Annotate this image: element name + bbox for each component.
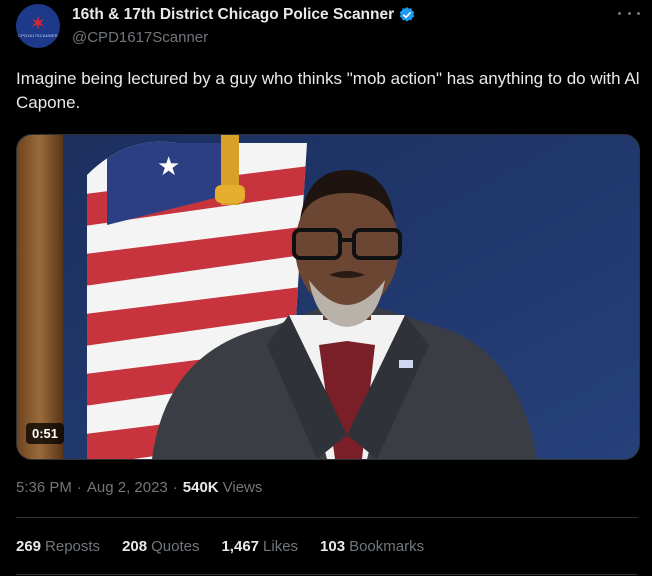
video-duration-badge: 0:51 [26,423,65,444]
meta-separator: · [172,479,178,496]
quotes-label: Quotes [151,538,200,555]
quotes-stat[interactable]: 208 Quotes [122,538,199,555]
meta-separator: · [76,479,82,496]
tweet-meta: 5:36 PM · Aug 2, 2023 · 540K Views [16,479,262,496]
divider [16,517,638,518]
verified-badge-icon [399,7,415,22]
likes-count: 1,467 [221,538,260,555]
svg-text:★: ★ [157,152,180,182]
bookmarks-label: Bookmarks [349,538,425,555]
divider [16,574,638,575]
quotes-count: 208 [122,538,148,555]
video-player[interactable]: ★ [16,134,640,460]
likes-stat[interactable]: 1,467 Likes [221,538,298,555]
avatar[interactable]: ✶ CPD1617SCANNER [16,4,60,48]
chicago-star-icon: ✶ [29,12,47,35]
tweet-time[interactable]: 5:36 PM [16,479,72,496]
bookmarks-stat[interactable]: 103 Bookmarks [320,538,424,555]
likes-label: Likes [263,538,299,555]
engagement-stats: 269 Reposts 208 Quotes 1,467 Likes 103 Bookm… [16,538,446,555]
author-display-name[interactable]: 16th & 17th District Chicago Police Scan… [72,6,394,24]
reposts-count: 269 [16,538,42,555]
video-frame: ★ [17,135,639,459]
reposts-stat[interactable]: 269 Reposts [16,538,100,555]
tweet-text: Imagine being lectured by a guy who thin… [16,69,640,112]
more-options-icon[interactable] [618,6,640,20]
bookmarks-count: 103 [320,538,346,555]
author-name-row: 16th & 17th District Chicago Police Scan… [72,6,416,24]
author-handle[interactable]: @CPD1617Scanner [72,29,208,46]
reposts-label: Reposts [45,538,101,555]
tweet-date[interactable]: Aug 2, 2023 [87,479,168,496]
views-count: 540K [182,479,219,496]
avatar-text: CPD1617SCANNER [18,32,58,38]
views-label: Views [222,479,263,496]
